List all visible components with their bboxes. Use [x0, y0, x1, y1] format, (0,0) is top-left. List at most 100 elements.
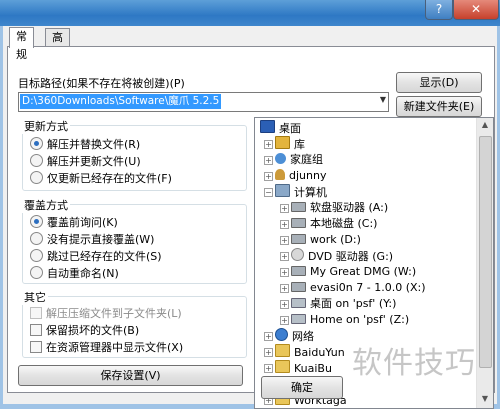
- tree-item-label: 库: [294, 138, 305, 151]
- user-folder-icon: [275, 169, 285, 180]
- local-disk-icon: [291, 218, 306, 228]
- option-ask-before-overwrite[interactable]: 覆盖前询问(K): [30, 215, 118, 229]
- tree-item-label: KuaiBu: [294, 362, 332, 375]
- title-bar: ? ✕: [0, 0, 500, 26]
- local-disk-icon: [291, 234, 306, 244]
- show-button[interactable]: 显示(D): [396, 72, 482, 93]
- tree-item-network[interactable]: 网络: [275, 328, 314, 344]
- tree-item-label: 桌面: [279, 122, 301, 135]
- option-label: 仅更新已经存在的文件(F): [47, 172, 172, 185]
- tree-scrollbar[interactable]: ▲ ▼: [476, 118, 493, 408]
- tree-item-label: 桌面 on 'psf' (Y:): [310, 297, 397, 310]
- tree-item-drive-d[interactable]: work (D:): [291, 232, 361, 248]
- radio-icon[interactable]: [30, 232, 43, 245]
- folder-icon: [275, 344, 290, 357]
- tree-item-drive-y[interactable]: 桌面 on 'psf' (Y:): [291, 296, 396, 312]
- tree-item-baiduyun[interactable]: BaiduYun: [275, 344, 345, 360]
- expand-icon[interactable]: +: [264, 140, 273, 149]
- tree-item-djunny[interactable]: djunny: [275, 168, 326, 184]
- expand-icon[interactable]: +: [264, 348, 273, 357]
- expand-icon[interactable]: +: [280, 316, 289, 325]
- help-button[interactable]: ?: [425, 0, 453, 20]
- radio-icon[interactable]: [30, 137, 43, 150]
- tree-item-desktop[interactable]: 桌面: [260, 120, 301, 136]
- tree-item-drive-c[interactable]: 本地磁盘 (C:): [291, 216, 377, 232]
- folder-icon: [275, 360, 290, 373]
- tree-item-label: work (D:): [310, 233, 361, 246]
- tree-item-drive-w[interactable]: My Great DMG (W:): [291, 264, 416, 280]
- option-label: 解压并替换文件(R): [47, 138, 141, 151]
- dropdown-arrow-icon[interactable]: ▼: [380, 95, 386, 104]
- tree-item-homegroup[interactable]: 家庭组: [275, 152, 323, 168]
- expand-icon[interactable]: +: [280, 220, 289, 229]
- tree-item-label: BaiduYun: [294, 346, 345, 359]
- checkbox-icon[interactable]: [30, 324, 42, 336]
- expand-icon[interactable]: +: [264, 364, 273, 373]
- tree-item-drive-a[interactable]: 软盘驱动器 (A:): [291, 200, 388, 216]
- tree-item-label: 计算机: [294, 186, 327, 199]
- tree-item-computer[interactable]: 计算机: [275, 184, 327, 200]
- option-keep-broken-files[interactable]: 保留损坏的文件(B): [30, 324, 139, 338]
- option-label: 跳过已经存在的文件(S): [47, 250, 162, 263]
- tree-item-drive-z[interactable]: Home on 'psf' (Z:): [291, 312, 409, 328]
- expand-icon[interactable]: +: [280, 300, 289, 309]
- expand-icon[interactable]: +: [280, 284, 289, 293]
- expand-icon[interactable]: +: [280, 268, 289, 277]
- option-label: 覆盖前询问(K): [47, 216, 118, 229]
- option-label: 解压并更新文件(U): [47, 155, 141, 168]
- collapse-icon[interactable]: −: [264, 188, 273, 197]
- tree-item-label: djunny: [289, 169, 327, 182]
- expand-icon[interactable]: +: [280, 204, 289, 213]
- expand-icon[interactable]: +: [264, 332, 273, 341]
- dvd-drive-icon: [291, 248, 304, 261]
- save-settings-button[interactable]: 保存设置(V): [18, 365, 243, 386]
- radio-icon[interactable]: [30, 266, 43, 279]
- watermark: 软件技巧: [352, 346, 476, 381]
- tree-item-kuaibu[interactable]: KuaiBu: [275, 360, 332, 376]
- tab-general[interactable]: 常规: [9, 27, 34, 61]
- scroll-thumb[interactable]: [479, 136, 492, 368]
- expand-icon[interactable]: +: [264, 172, 273, 181]
- option-extract-to-subfolder: 解压压缩文件到子文件夹(L): [30, 307, 182, 321]
- tree-item-drive-x[interactable]: evasi0n 7 - 1.0.0 (X:): [291, 280, 426, 296]
- tree-item-library[interactable]: 库: [275, 136, 305, 152]
- radio-icon[interactable]: [30, 215, 43, 228]
- desktop-icon: [260, 120, 275, 133]
- close-button[interactable]: ✕: [453, 0, 499, 20]
- scroll-down-icon[interactable]: ▼: [479, 394, 491, 406]
- new-folder-button[interactable]: 新建文件夹(E): [396, 96, 482, 117]
- option-skip-existing[interactable]: 跳过已经存在的文件(S): [30, 249, 162, 263]
- tree-item-label: 软盘驱动器 (A:): [310, 201, 389, 214]
- radio-icon[interactable]: [30, 154, 43, 167]
- tab-advanced[interactable]: 高级: [45, 28, 70, 62]
- expand-icon[interactable]: +: [264, 156, 273, 165]
- expand-icon[interactable]: +: [280, 252, 289, 261]
- ok-button[interactable]: 确定: [261, 376, 343, 399]
- option-label: 自动重命名(N): [47, 267, 119, 280]
- misc-title: 其它: [22, 289, 48, 305]
- checkbox-icon: [30, 307, 42, 319]
- option-label: 保留损坏的文件(B): [46, 324, 140, 337]
- scroll-up-icon[interactable]: ▲: [479, 120, 491, 132]
- tree-item-label: 网络: [292, 330, 314, 343]
- option-auto-rename[interactable]: 自动重命名(N): [30, 266, 119, 280]
- option-label: 在资源管理器中显示文件(X): [46, 341, 184, 354]
- radio-icon[interactable]: [30, 249, 43, 262]
- target-path-value: D:\360Downloads\Software\魔爪 5.2.5: [20, 94, 222, 109]
- option-overwrite-without-prompt[interactable]: 没有提示直接覆盖(W): [30, 232, 154, 246]
- expand-icon[interactable]: +: [280, 236, 289, 245]
- tree-item-label: evasi0n 7 - 1.0.0 (X:): [310, 281, 426, 294]
- tree-item-drive-g[interactable]: DVD 驱动器 (G:): [291, 248, 393, 264]
- tree-item-label: DVD 驱动器 (G:): [308, 250, 394, 263]
- floppy-drive-icon: [291, 202, 306, 212]
- option-show-in-explorer[interactable]: 在资源管理器中显示文件(X): [30, 341, 183, 355]
- virtual-drive-icon: [291, 266, 306, 276]
- network-drive-icon: [291, 314, 306, 324]
- target-path-combobox[interactable]: D:\360Downloads\Software\魔爪 5.2.5 ▼: [18, 92, 389, 112]
- virtual-drive-icon: [291, 282, 306, 292]
- option-extract-replace[interactable]: 解压并替换文件(R): [30, 137, 140, 151]
- option-extract-update[interactable]: 解压并更新文件(U): [30, 154, 141, 168]
- option-update-existing[interactable]: 仅更新已经存在的文件(F): [30, 171, 172, 185]
- radio-icon[interactable]: [30, 171, 43, 184]
- checkbox-icon[interactable]: [30, 341, 42, 353]
